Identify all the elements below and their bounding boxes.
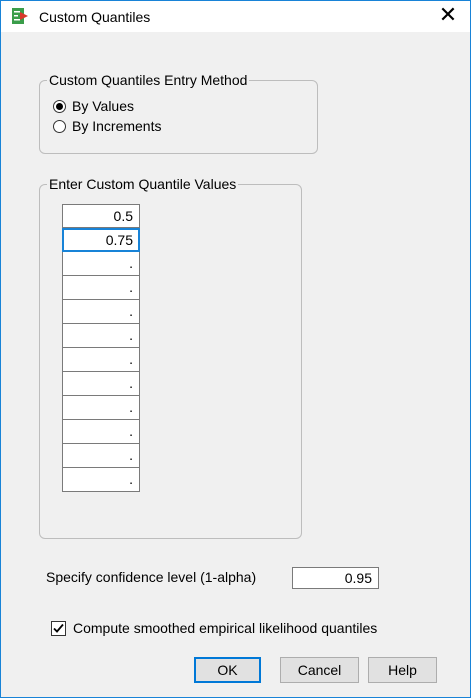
close-icon[interactable]: ✕ (434, 3, 462, 29)
quantile-values-group-title: Enter Custom Quantile Values (47, 176, 239, 192)
smoothed-quantiles-checkbox[interactable] (51, 620, 66, 636)
ok-button[interactable]: OK (194, 657, 261, 683)
quantile-value-list: 0.5 0.75.......... (62, 204, 140, 492)
entry-method-group-title: Custom Quantiles Entry Method (47, 72, 250, 88)
quantile-value-cell[interactable]: . (62, 300, 140, 324)
jmp-app-icon (11, 7, 31, 25)
dialog-body: Custom Quantiles Entry Method By Values … (1, 32, 470, 697)
help-button[interactable]: Help (368, 657, 437, 683)
quantile-value-cell[interactable]: 0.75 (62, 228, 140, 252)
quantile-value-cell[interactable]: . (62, 444, 140, 468)
confidence-level-input[interactable]: 0.95 (292, 567, 379, 589)
confidence-level-label: Specify confidence level (1-alpha) (46, 569, 257, 585)
radio-label-by-increments: By Increments (72, 118, 162, 134)
custom-quantiles-dialog: Custom Quantiles ✕ Custom Quantiles Entr… (0, 0, 471, 698)
radio-button[interactable] (53, 99, 66, 113)
quantile-value-cell[interactable]: . (62, 396, 140, 420)
quantile-value-cell[interactable]: . (62, 348, 140, 372)
cancel-button[interactable]: Cancel (280, 657, 359, 683)
entry-method-group: Custom Quantiles Entry Method By Values … (39, 72, 318, 154)
window-title: Custom Quantiles (39, 9, 151, 25)
smoothed-quantiles-checkbox-row[interactable]: Compute smoothed empirical likelihood qu… (51, 620, 377, 636)
checkmark-icon (53, 623, 64, 633)
quantile-value-cell[interactable]: . (62, 420, 140, 444)
quantile-value-cell[interactable]: . (62, 252, 140, 276)
radio-by-increments[interactable]: By Increments (53, 117, 161, 135)
quantile-value-cell[interactable]: . (62, 276, 140, 300)
radio-label-by-values: By Values (72, 98, 134, 114)
quantile-value-cell[interactable]: 0.5 (62, 204, 140, 228)
title-bar: Custom Quantiles ✕ (1, 1, 470, 31)
quantile-value-cell[interactable]: . (62, 372, 140, 396)
quantile-value-cell[interactable]: . (62, 324, 140, 348)
radio-by-values[interactable]: By Values (53, 97, 134, 115)
radio-button[interactable] (53, 119, 66, 133)
quantile-values-group: Enter Custom Quantile Values 0.5 0.75....… (39, 176, 302, 539)
smoothed-quantiles-label: Compute smoothed empirical likelihood qu… (73, 620, 378, 636)
quantile-value-cell[interactable]: . (62, 468, 140, 492)
